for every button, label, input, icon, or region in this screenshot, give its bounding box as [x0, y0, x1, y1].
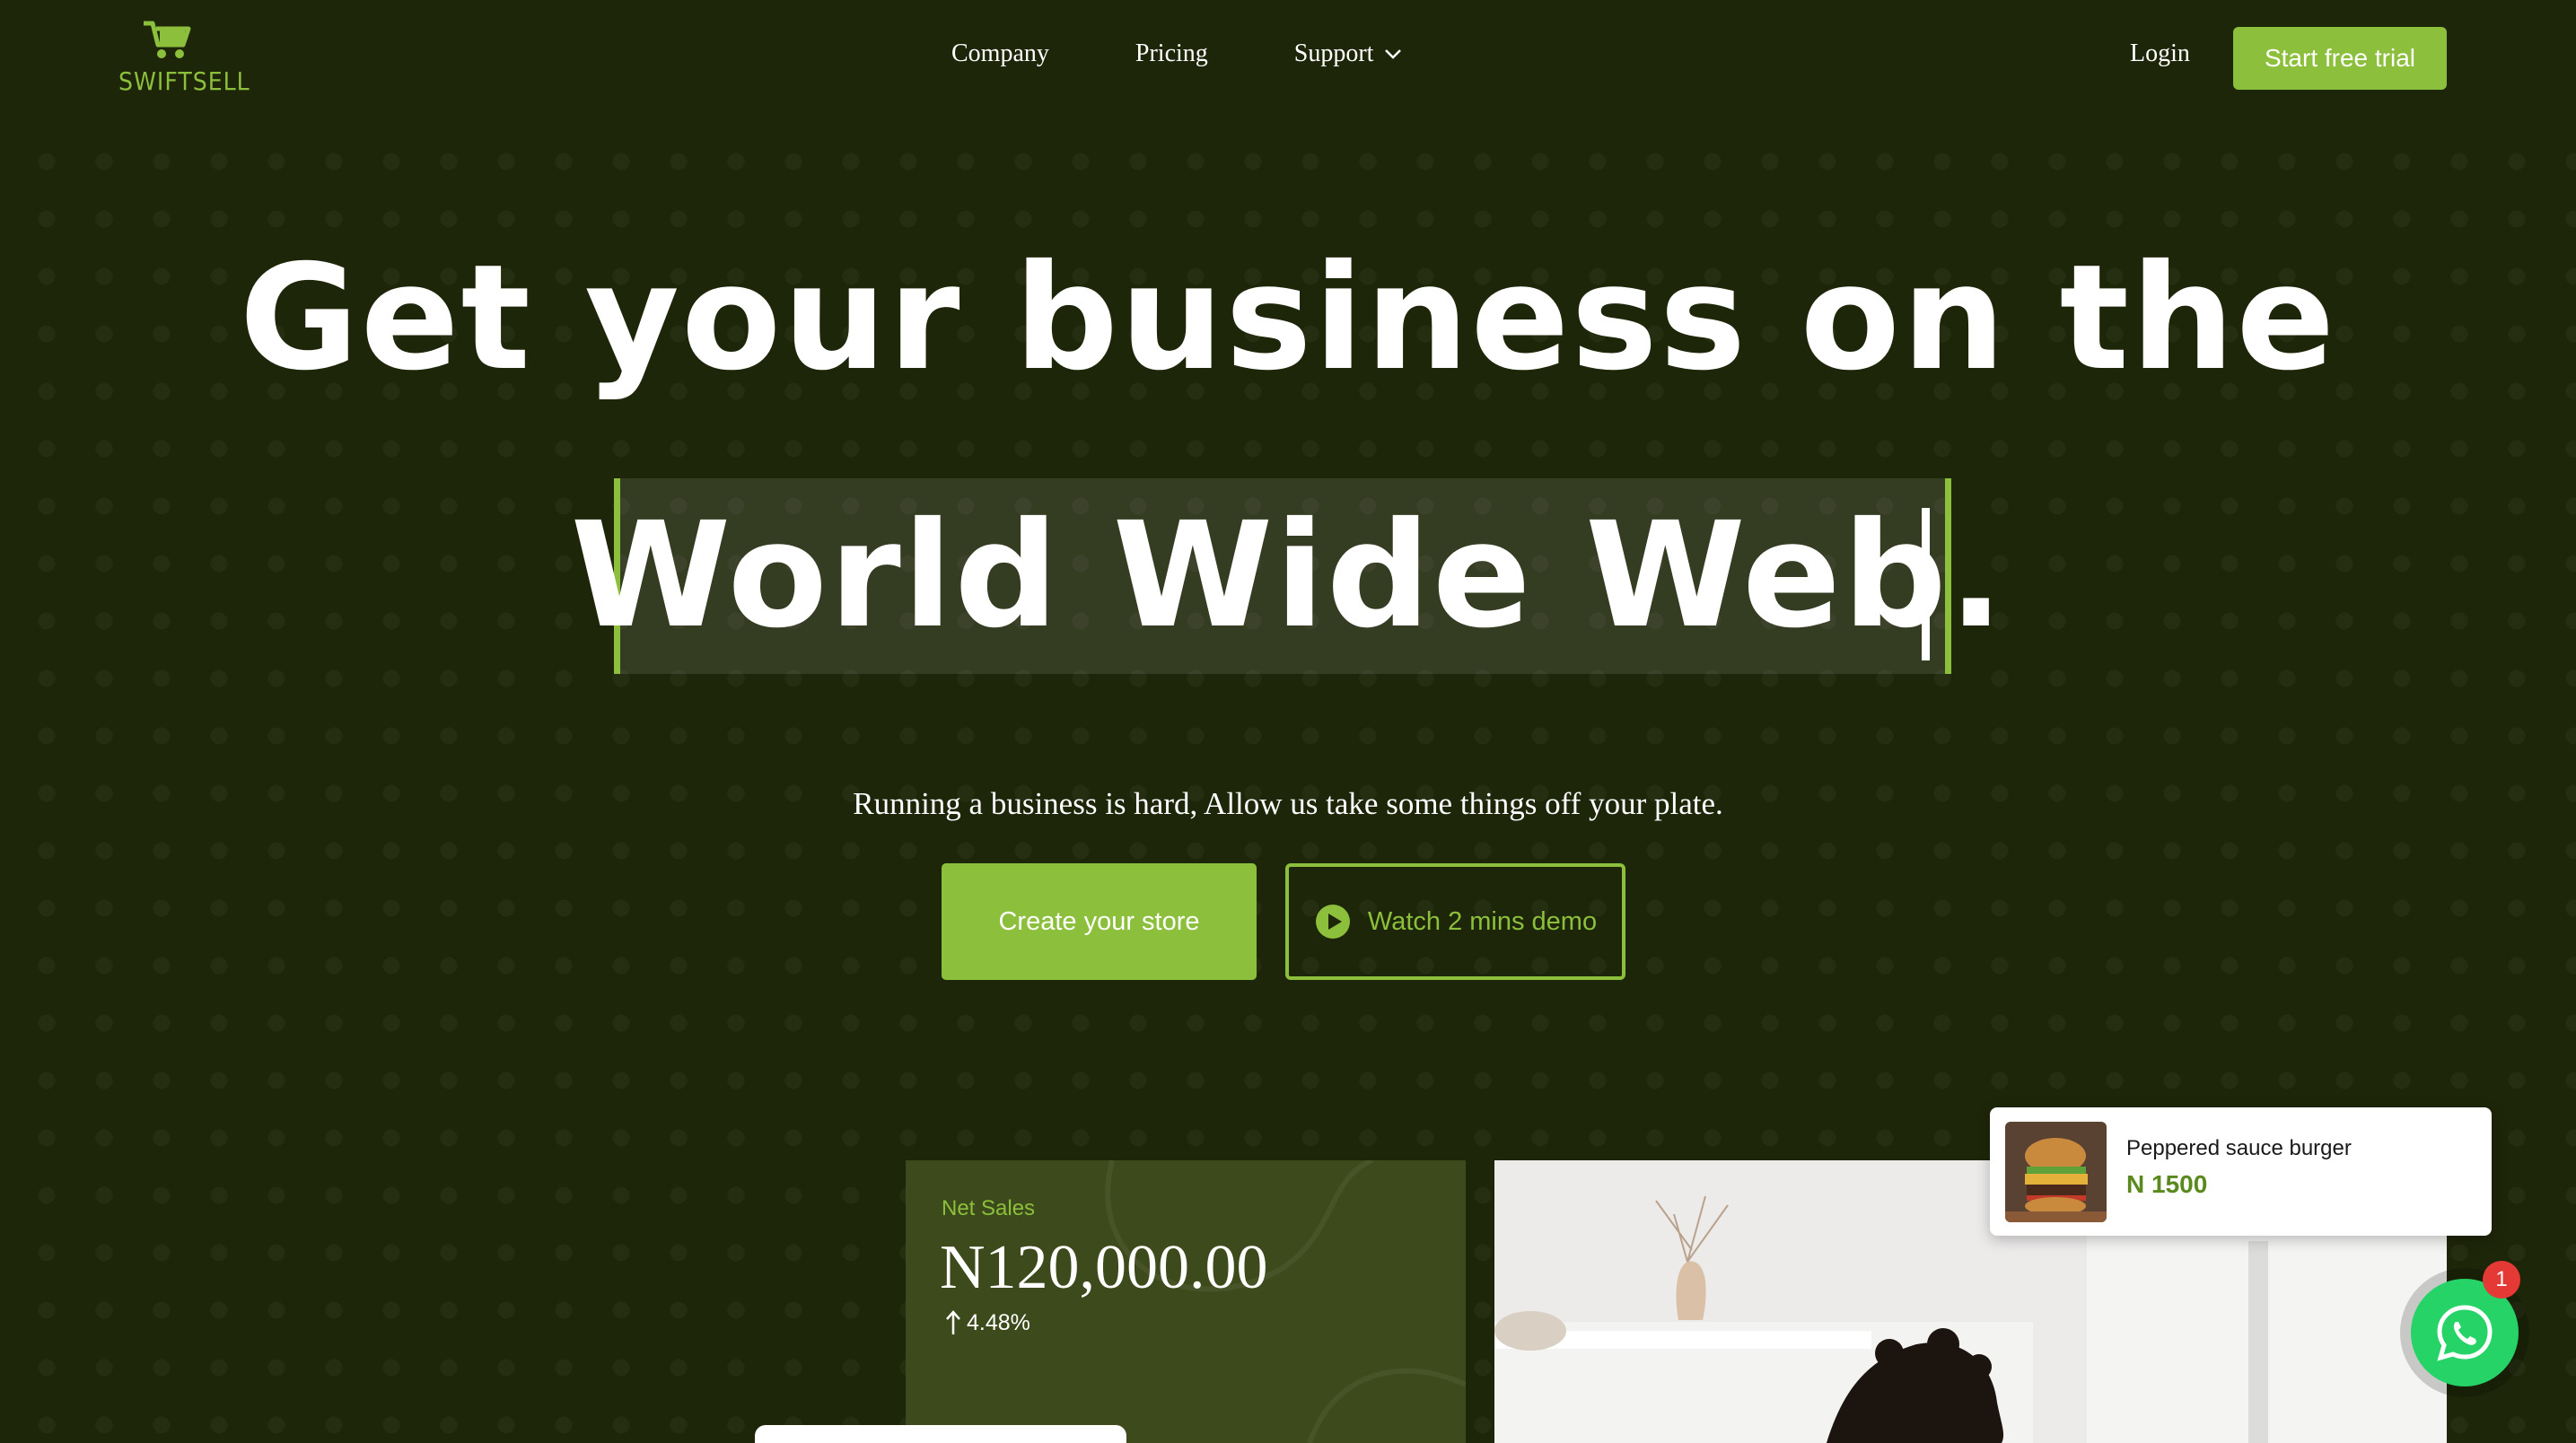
sales-change: 4.48%	[945, 1309, 1030, 1336]
net-sales-value: N120,000.00	[940, 1233, 1268, 1302]
arrow-up-icon	[946, 1310, 960, 1334]
swiftsell-logo[interactable]: SWIFTSELL	[115, 20, 250, 101]
nav-item-label: Company	[951, 39, 1049, 67]
typing-caret	[1922, 508, 1930, 660]
shopping-cart-icon	[144, 21, 191, 58]
main-nav: Company Pricing Support	[951, 39, 1404, 68]
hero-subtitle: Running a business is hard, Allow us tak…	[853, 786, 1723, 821]
chevron-down-icon	[1385, 49, 1402, 59]
net-sales-label: Net Sales	[942, 1196, 1036, 1220]
net-sales-card: Net Sales N120,000.00 4.48%	[906, 1160, 1466, 1443]
watch-demo-button[interactable]: Watch 2 mins demo	[1285, 863, 1625, 980]
product-price: N 1500	[2126, 1170, 2208, 1198]
site-header: SWIFTSELL Company Pricing Support Login …	[0, 0, 2576, 117]
whatsapp-icon	[2437, 1305, 2493, 1361]
nav-item-label: Support	[1293, 39, 1374, 67]
login-link[interactable]: Login	[2130, 39, 2190, 68]
product-card[interactable]: Peppered sauce burger N 1500	[1990, 1107, 2492, 1236]
product-name: Peppered sauce burger	[2126, 1136, 2352, 1160]
start-free-trial-button[interactable]: Start free trial	[2233, 27, 2447, 90]
hero-headline: Get your business on the	[239, 234, 2337, 403]
nav-item-pricing[interactable]: Pricing	[1135, 39, 1208, 68]
create-store-button[interactable]: Create your store	[942, 863, 1257, 980]
sales-change-value: 4.48%	[967, 1309, 1030, 1335]
watch-demo-label: Watch 2 mins demo	[1367, 906, 1598, 936]
partial-card	[755, 1425, 1126, 1443]
whatsapp-notification-badge: 1	[2483, 1261, 2520, 1299]
nav-item-company[interactable]: Company	[951, 39, 1049, 68]
hero-headline-highlight: World Wide Web.	[570, 492, 2006, 660]
nav-item-support[interactable]: Support	[1294, 39, 1405, 68]
play-icon	[1315, 905, 1350, 939]
burger-image	[2005, 1122, 2107, 1222]
nav-item-label: Pricing	[1135, 39, 1208, 67]
logo-text: SWIFTSELL	[118, 66, 250, 96]
